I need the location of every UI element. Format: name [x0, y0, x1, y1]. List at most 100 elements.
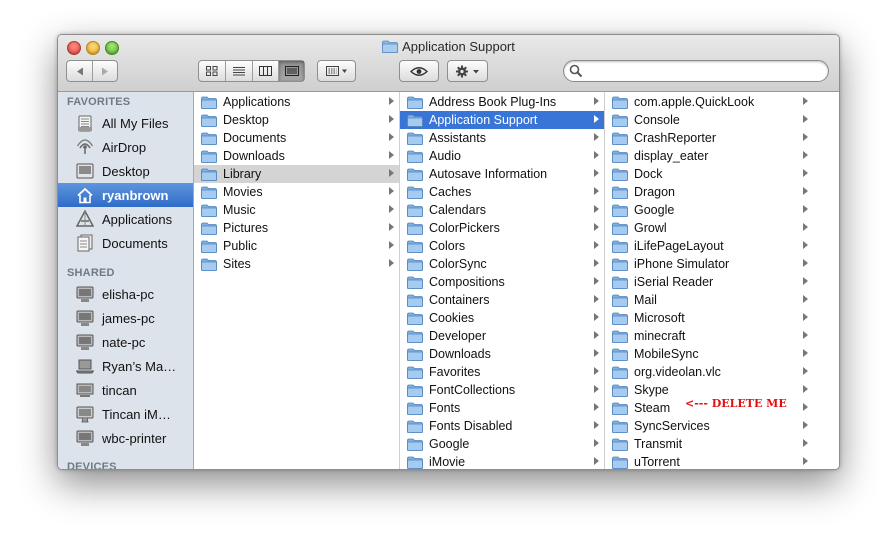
documents-icon: [74, 234, 96, 252]
list-item-assistants[interactable]: Assistants: [400, 129, 604, 147]
list-item-compositions[interactable]: Compositions: [400, 273, 604, 291]
sidebar-item-documents[interactable]: Documents: [58, 231, 193, 255]
disclosure-arrow-icon: [389, 115, 394, 123]
folder-icon: [382, 40, 399, 57]
list-item-com-apple-quicklook[interactable]: com.apple.QuickLook: [605, 93, 813, 111]
column-view-button[interactable]: [251, 61, 279, 81]
folder-icon: [407, 257, 423, 271]
list-item-colors[interactable]: Colors: [400, 237, 604, 255]
list-item-music[interactable]: Music: [194, 201, 399, 219]
disclosure-arrow-icon: [389, 151, 394, 159]
list-item-cookies[interactable]: Cookies: [400, 309, 604, 327]
disclosure-arrow-icon: [389, 205, 394, 213]
list-item-syncservices[interactable]: SyncServices: [605, 417, 813, 435]
sidebar-item-ryans-mac[interactable]: Ryan’s Ma…: [58, 354, 193, 378]
sidebar-item-james-pc[interactable]: james-pc: [58, 306, 193, 330]
list-item-fontcollections[interactable]: FontCollections: [400, 381, 604, 399]
list-item-audio[interactable]: Audio: [400, 147, 604, 165]
list-item-mail[interactable]: Mail: [605, 291, 813, 309]
back-button[interactable]: [67, 61, 92, 81]
sidebar-item-desktop[interactable]: Desktop: [58, 159, 193, 183]
list-item-label: iMovie: [429, 455, 466, 469]
list-item-iphone-simulator[interactable]: iPhone Simulator: [605, 255, 813, 273]
list-item-applications[interactable]: Applications: [194, 93, 399, 111]
list-item-application-support[interactable]: Application Support: [400, 111, 604, 129]
list-item-movies[interactable]: Movies: [194, 183, 399, 201]
coverflow-view-button[interactable]: [278, 61, 304, 81]
list-item-dragon[interactable]: Dragon: [605, 183, 813, 201]
list-item-fonts-disabled[interactable]: Fonts Disabled: [400, 417, 604, 435]
action-button[interactable]: [447, 60, 488, 82]
list-item-label: iPhone Simulator: [634, 257, 730, 271]
list-item-google[interactable]: Google: [605, 201, 813, 219]
folder-icon: [612, 95, 628, 109]
list-item-colorsync[interactable]: ColorSync: [400, 255, 604, 273]
folder-icon: [407, 95, 423, 109]
disclosure-arrow-icon: [594, 439, 599, 447]
list-item-org-videolan-vlc[interactable]: org.videolan.vlc: [605, 363, 813, 381]
disclosure-arrow-icon: [803, 457, 808, 465]
list-item-google[interactable]: Google: [400, 435, 604, 453]
list-item-library[interactable]: Library: [194, 165, 399, 183]
list-item-microsoft[interactable]: Microsoft: [605, 309, 813, 327]
list-item-minecraft[interactable]: minecraft: [605, 327, 813, 345]
folder-icon: [612, 239, 628, 253]
sidebar-item-tincan-imac[interactable]: Tincan iM…: [58, 402, 193, 426]
list-item-documents[interactable]: Documents: [194, 129, 399, 147]
list-item-display-eater[interactable]: display_eater: [605, 147, 813, 165]
list-item-calendars[interactable]: Calendars: [400, 201, 604, 219]
sidebar-item-applications[interactable]: Applications: [58, 207, 193, 231]
coverflow-view-icon: [284, 66, 299, 76]
sidebar-item-ryanbrown[interactable]: ryanbrown: [58, 183, 193, 207]
list-item-dock[interactable]: Dock: [605, 165, 813, 183]
forward-button[interactable]: [92, 61, 117, 81]
list-item-developer[interactable]: Developer: [400, 327, 604, 345]
quick-look-button[interactable]: [399, 60, 439, 82]
list-item-iserial-reader[interactable]: iSerial Reader: [605, 273, 813, 291]
list-item-mobilesync[interactable]: MobileSync: [605, 345, 813, 363]
list-item-caches[interactable]: Caches: [400, 183, 604, 201]
list-item-desktop[interactable]: Desktop: [194, 111, 399, 129]
list-item-containers[interactable]: Containers: [400, 291, 604, 309]
list-item-label: Music: [223, 203, 256, 217]
list-item-downloads[interactable]: Downloads: [400, 345, 604, 363]
sidebar-item-label: Ryan’s Ma…: [102, 358, 177, 374]
list-item-console[interactable]: Console: [605, 111, 813, 129]
folder-icon: [612, 221, 628, 235]
folder-icon: [407, 131, 423, 145]
list-item-public[interactable]: Public: [194, 237, 399, 255]
folder-icon: [201, 203, 217, 217]
list-item-growl[interactable]: Growl: [605, 219, 813, 237]
list-item-imovie[interactable]: iMovie: [400, 453, 604, 469]
list-item-fonts[interactable]: Fonts: [400, 399, 604, 417]
folder-icon: [407, 347, 423, 361]
list-item-utorrent[interactable]: uTorrent: [605, 453, 813, 469]
list-item-ilifepagelayout[interactable]: iLifePageLayout: [605, 237, 813, 255]
list-item-crashreporter[interactable]: CrashReporter: [605, 129, 813, 147]
icon-view-icon: [206, 66, 218, 76]
sidebar-item-tincan[interactable]: tincan: [58, 378, 193, 402]
disclosure-arrow-icon: [594, 133, 599, 141]
disclosure-arrow-icon: [803, 187, 808, 195]
sidebar-item-wbc-printer[interactable]: wbc-printer: [58, 426, 193, 450]
sidebar-item-airdrop[interactable]: AirDrop: [58, 135, 193, 159]
arrange-button[interactable]: [317, 60, 356, 82]
sidebar-item-all-my-files[interactable]: All My Files: [58, 111, 193, 135]
list-item-sites[interactable]: Sites: [194, 255, 399, 273]
list-item-favorites[interactable]: Favorites: [400, 363, 604, 381]
disclosure-arrow-icon: [389, 223, 394, 231]
list-item-pictures[interactable]: Pictures: [194, 219, 399, 237]
sidebar-item-elisha-pc[interactable]: elisha-pc: [58, 282, 193, 306]
list-item-autosave-information[interactable]: Autosave Information: [400, 165, 604, 183]
sidebar-item-nate-pc[interactable]: nate-pc: [58, 330, 193, 354]
folder-icon: [612, 311, 628, 325]
disclosure-arrow-icon: [803, 97, 808, 105]
list-item-address-book-plug-ins[interactable]: Address Book Plug-Ins: [400, 93, 604, 111]
list-item-downloads[interactable]: Downloads: [194, 147, 399, 165]
list-item-colorpickers[interactable]: ColorPickers: [400, 219, 604, 237]
search-field[interactable]: [563, 60, 829, 82]
list-view-button[interactable]: [225, 61, 252, 81]
list-item-label: Fonts Disabled: [429, 419, 513, 433]
icon-view-button[interactable]: [199, 61, 225, 81]
list-item-transmit[interactable]: Transmit: [605, 435, 813, 453]
